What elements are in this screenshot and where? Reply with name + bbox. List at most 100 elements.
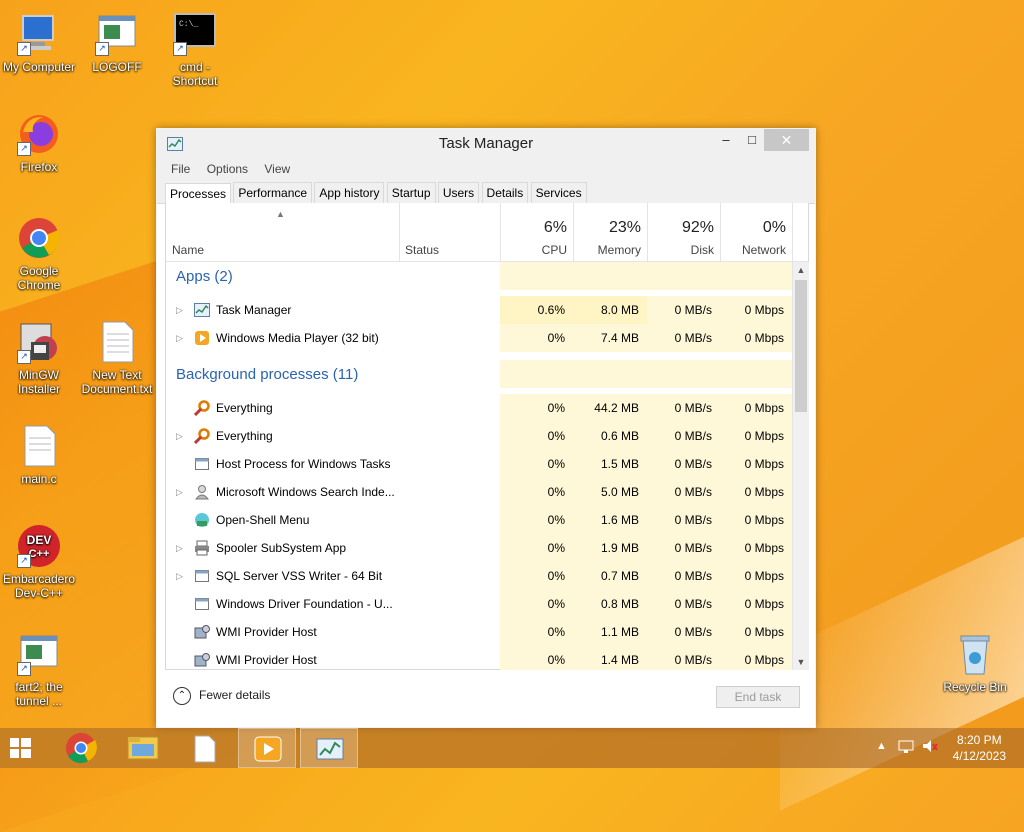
system-clock[interactable]: 8:20 PM 4/12/2023 xyxy=(953,732,1006,764)
desktop-icon-mingw-installer[interactable]: ↗ MinGW Installer xyxy=(0,320,78,396)
process-name: Open-Shell Menu xyxy=(216,513,310,527)
volume-muted-icon[interactable] xyxy=(922,738,938,757)
desktop-icon-logoff[interactable]: ↗ LOGOFF xyxy=(78,12,156,74)
network-icon[interactable] xyxy=(898,738,914,757)
desktop-icon-embarcadero-dev-cpp[interactable]: DEV C++ ↗ Embarcadero Dev-C++ xyxy=(0,524,78,600)
menu-options[interactable]: Options xyxy=(207,159,248,179)
desktop-icon-new-text-document[interactable]: New Text Document.txt xyxy=(78,320,156,396)
process-row[interactable]: ▷ Windows Media Player (32 bit) 0% 7.4 MB 0 … xyxy=(166,324,792,352)
installer-icon: ↗ xyxy=(17,320,61,364)
window-app-icon: ↗ xyxy=(95,12,139,56)
title-bar[interactable]: Task Manager – □ ✕ xyxy=(157,129,815,159)
process-row[interactable]: Everything 0% 44.2 MB 0 MB/s 0 Mbps xyxy=(166,394,792,422)
taskbar-file-explorer[interactable] xyxy=(114,728,172,768)
column-header-name[interactable]: ▲ Name xyxy=(166,203,400,261)
desktop-icon-my-computer[interactable]: ↗ My Computer xyxy=(0,12,78,74)
shortcut-arrow-icon: ↗ xyxy=(95,42,109,56)
process-row[interactable]: Open-Shell Menu 0% 1.6 MB 0 MB/s 0 Mbps xyxy=(166,506,792,534)
column-header-network[interactable]: 0% Network xyxy=(720,203,793,261)
menu-file[interactable]: File xyxy=(171,159,190,179)
desktop-icon-fart2-tunnel[interactable]: ↗ fart2; the tunnel ... xyxy=(0,632,78,708)
process-row[interactable]: Windows Driver Foundation - U... 0% 0.8 MB… xyxy=(166,590,792,618)
column-header-disk[interactable]: 92% Disk xyxy=(647,203,721,261)
processes-panel: ▲ Name Status 6% CPU 23% Memory 92% Disk… xyxy=(165,203,809,670)
column-header-memory[interactable]: 23% Memory xyxy=(573,203,648,261)
process-row[interactable]: ▷ SQL Server VSS Writer - 64 Bit 0% 0.7 MB 0… xyxy=(166,562,792,590)
tray-expand-icon[interactable]: ▲ xyxy=(876,740,887,752)
desktop-icon-label: cmd - Shortcut xyxy=(172,60,218,88)
tab-services[interactable]: Services xyxy=(530,182,587,203)
process-disk: 0 MB/s xyxy=(647,646,720,670)
process-disk: 0 MB/s xyxy=(647,394,720,422)
scroll-up-arrow-icon[interactable]: ▲ xyxy=(793,262,809,278)
tab-performance[interactable]: Performance xyxy=(233,182,313,203)
desktop-icon-label: fart2; the tunnel ... xyxy=(15,680,63,708)
process-memory: 5.0 MB xyxy=(573,478,647,506)
process-cpu: 0% xyxy=(500,450,573,478)
process-network: 0 Mbps xyxy=(720,478,792,506)
search-user-icon xyxy=(194,484,210,500)
process-cpu: 0% xyxy=(500,534,573,562)
desktop-icon-label: Recycle Bin xyxy=(943,680,1007,694)
desktop-icon-label: main.c xyxy=(21,472,57,486)
maximize-button[interactable]: □ xyxy=(737,129,767,151)
document-icon xyxy=(194,735,216,763)
column-header-cpu[interactable]: 6% CPU xyxy=(500,203,574,261)
desktop-icon-recycle-bin[interactable]: Recycle Bin xyxy=(936,632,1014,694)
task-manager-window: Task Manager – □ ✕ File Options View Pro… xyxy=(156,128,816,728)
expand-chevron-icon[interactable]: ▷ xyxy=(176,422,183,450)
process-disk: 0 MB/s xyxy=(647,618,720,646)
process-row[interactable]: WMI Provider Host 0% 1.1 MB 0 MB/s 0 Mbps xyxy=(166,618,792,646)
taskbar-chrome[interactable] xyxy=(52,728,110,768)
desktop-icon-cmd-shortcut[interactable]: C:\_ ↗ cmd - Shortcut xyxy=(156,12,234,88)
heat-cell xyxy=(500,360,573,388)
taskbar: ▲ 8:20 PM 4/12/2023 xyxy=(0,728,1024,768)
window-icon xyxy=(194,568,210,584)
desktop-icon-google-chrome[interactable]: Google Chrome xyxy=(0,216,78,292)
taskbar-task-manager[interactable] xyxy=(300,728,358,768)
menu-view[interactable]: View xyxy=(264,159,290,179)
cpu-total: 6% xyxy=(543,219,567,236)
fewer-details-button[interactable]: ⌃ Fewer details xyxy=(173,687,270,705)
desktop-icon-main-c[interactable]: main.c xyxy=(0,424,78,486)
taskbar-notepad[interactable] xyxy=(176,728,234,768)
process-row[interactable]: ▷ Everything 0% 0.6 MB 0 MB/s 0 Mbps xyxy=(166,422,792,450)
expand-chevron-icon[interactable]: ▷ xyxy=(176,296,183,324)
process-memory: 1.5 MB xyxy=(573,450,647,478)
tab-users[interactable]: Users xyxy=(437,182,480,203)
clock-time: 8:20 PM xyxy=(956,733,1002,747)
process-cpu: 0% xyxy=(500,506,573,534)
end-task-button[interactable]: End task xyxy=(716,686,800,708)
process-row[interactable]: ▷ Spooler SubSystem App 0% 1.9 MB 0 MB/s 0 Mb… xyxy=(166,534,792,562)
tab-details[interactable]: Details xyxy=(481,182,529,203)
process-row[interactable]: Host Process for Windows Tasks 0% 1.5 MB 0 … xyxy=(166,450,792,478)
process-disk: 0 MB/s xyxy=(647,478,720,506)
process-network: 0 Mbps xyxy=(720,296,792,324)
process-memory: 8.0 MB xyxy=(573,296,647,324)
expand-chevron-icon[interactable]: ▷ xyxy=(176,324,183,352)
text-file-icon xyxy=(95,320,139,364)
process-row[interactable]: ▷ Task Manager 0.6% 8.0 MB 0 MB/s 0 Mbps xyxy=(166,296,792,324)
expand-chevron-icon[interactable]: ▷ xyxy=(176,478,183,506)
expand-chevron-icon[interactable]: ▷ xyxy=(176,562,183,590)
column-header-status[interactable]: Status xyxy=(399,203,501,261)
start-button[interactable] xyxy=(0,728,58,768)
desktop-icon-firefox[interactable]: ↗ Firefox xyxy=(0,112,78,174)
scroll-down-arrow-icon[interactable]: ▼ xyxy=(793,654,809,670)
process-cpu: 0% xyxy=(500,324,573,352)
tab-app-history[interactable]: App history xyxy=(314,182,385,203)
text-file-icon xyxy=(17,424,61,468)
expand-chevron-icon[interactable]: ▷ xyxy=(176,534,183,562)
menu-bar: File Options View xyxy=(157,159,815,179)
tab-startup[interactable]: Startup xyxy=(386,182,436,203)
process-row[interactable]: WMI Provider Host 0% 1.4 MB 0 MB/s 0 Mbps xyxy=(166,646,792,670)
vertical-scrollbar[interactable]: ▲ ▼ xyxy=(792,262,809,670)
scrollbar-thumb[interactable] xyxy=(795,280,807,412)
dev-cpp-icon: DEV C++ ↗ xyxy=(17,524,61,568)
heat-cell xyxy=(573,360,647,388)
process-disk: 0 MB/s xyxy=(647,296,720,324)
close-button[interactable]: ✕ xyxy=(764,129,809,151)
taskbar-media-player[interactable] xyxy=(238,728,296,768)
process-network: 0 Mbps xyxy=(720,618,792,646)
process-row[interactable]: ▷ Microsoft Windows Search Inde... 0% 5.0 M… xyxy=(166,478,792,506)
